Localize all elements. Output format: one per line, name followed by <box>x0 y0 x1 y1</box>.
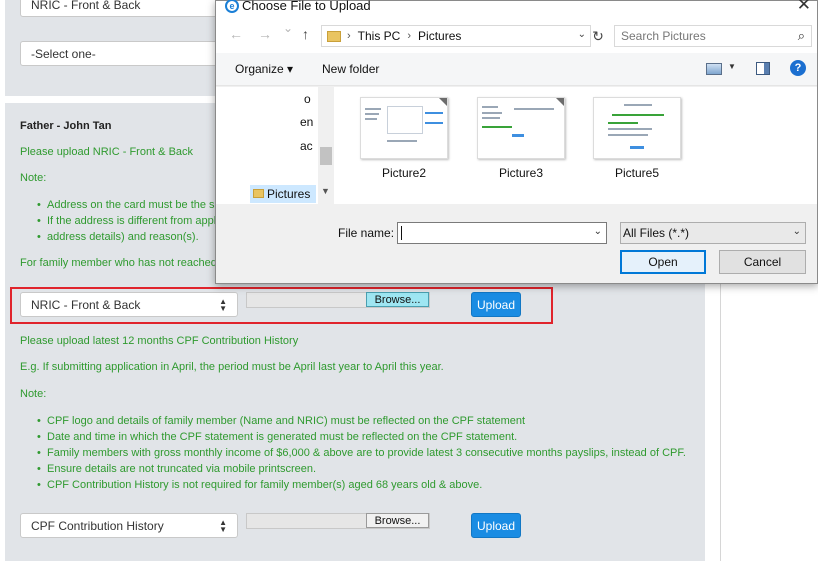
file-name: Picture3 <box>498 166 544 180</box>
list-item: Address on the card must be the sa <box>35 197 224 213</box>
navigation-scrollbar[interactable]: ▼ <box>318 87 334 204</box>
forward-arrow-icon[interactable]: → <box>258 26 272 42</box>
refresh-icon[interactable]: ↻ <box>589 25 607 47</box>
divider <box>720 282 721 561</box>
file-name-input[interactable]: ⌄ <box>397 222 607 244</box>
nav-item-label: Pictures <box>267 187 311 201</box>
cpf-notes-list: CPF logo and details of family member (N… <box>35 413 686 493</box>
file-name-label: File name: <box>338 226 395 240</box>
cpf-document-select[interactable]: CPF Contribution History ▲ ▼ <box>20 513 238 538</box>
chevron-down-icon[interactable]: ⌄ <box>594 226 602 237</box>
chevron-right-icon: › <box>407 30 412 42</box>
cpf-note-label: Note: <box>20 388 47 400</box>
file-thumbnail <box>360 97 448 159</box>
file-type-select[interactable]: All Files (*.*) ⌄ <box>620 222 806 244</box>
dialog-titlebar[interactable]: e Choose File to Upload ✕ <box>216 0 817 17</box>
text-caret <box>401 226 402 240</box>
cpf-instruction: Please upload latest 12 months CPF Contr… <box>20 335 299 347</box>
document-type-select-top[interactable]: NRIC - Front & Back <box>20 0 238 17</box>
chevron-down-icon[interactable]: ⌄ <box>578 29 586 40</box>
cancel-button[interactable]: Cancel <box>719 250 806 274</box>
nric-instruction: Please upload NRIC - Front & Back <box>20 146 194 158</box>
file-thumbnail <box>593 97 681 159</box>
list-item: CPF logo and details of family member (N… <box>35 413 686 429</box>
change-view-icon[interactable] <box>706 63 722 75</box>
cpf-browse-button[interactable]: Browse... <box>366 513 429 528</box>
nav-item-pictures[interactable]: Pictures <box>250 185 316 203</box>
dialog-toolbar: Organize ▾ New folder ▼ ? <box>216 53 817 86</box>
chevron-down-icon: ⌄ <box>792 226 801 237</box>
choose-file-dialog: e Choose File to Upload ✕ ← → ⌄ ↑ › This… <box>215 0 818 284</box>
help-icon[interactable]: ? <box>790 60 806 76</box>
recent-locations-icon[interactable]: ⌄ <box>283 21 293 35</box>
list-item: Family members with gross monthly income… <box>35 445 686 461</box>
file-name: Picture5 <box>614 166 660 180</box>
dialog-navbar: ← → ⌄ ↑ › This PC › Pictures ⌄ ↻ Search … <box>216 17 817 53</box>
preview-pane-icon[interactable] <box>756 62 770 75</box>
address-bar[interactable]: › This PC › Pictures ⌄ <box>321 25 591 47</box>
navigation-pane: o en ac Pictures <box>216 87 334 204</box>
chevron-down-icon[interactable]: ▼ <box>321 186 330 196</box>
file-name: Picture2 <box>381 166 427 180</box>
nav-item[interactable]: o <box>304 92 311 106</box>
family-member-text: For family member who has not reached a <box>20 257 227 269</box>
chevron-down-icon[interactable]: ▼ <box>728 62 736 71</box>
section-title: Father - John Tan <box>20 120 112 132</box>
list-item: If the address is different from applic <box>35 213 224 229</box>
up-arrow-icon[interactable]: ↑ <box>302 26 309 42</box>
back-arrow-icon[interactable]: ← <box>229 26 243 42</box>
document-type-select-2[interactable]: -Select one- <box>20 41 238 66</box>
note-label: Note: <box>20 172 47 184</box>
select-value: All Files (*.*) <box>623 226 690 240</box>
file-list: Picture2 Picture3 Picture5 <box>334 87 817 204</box>
organize-button[interactable]: Organize ▾ <box>235 62 293 76</box>
folder-icon <box>327 30 341 42</box>
select-arrows-icon: ▲ ▼ <box>219 517 227 534</box>
cpf-upload-button[interactable]: Upload <box>471 513 521 538</box>
cpf-example: E.g. If submitting application in April,… <box>20 361 444 373</box>
list-item: address details) and reason(s). <box>35 229 224 245</box>
dialog-footer: File name: ⌄ All Files (*.*) ⌄ Open Canc… <box>216 204 817 283</box>
folder-icon <box>253 189 264 198</box>
file-thumbnail <box>477 97 565 159</box>
select-value: CPF Contribution History <box>31 518 164 533</box>
search-input[interactable]: Search Pictures ⌕ <box>614 25 812 47</box>
select-value: NRIC - Front & Back <box>31 0 141 12</box>
open-button[interactable]: Open <box>620 250 706 274</box>
close-icon[interactable]: ✕ <box>797 0 811 15</box>
nric-notes-list: Address on the card must be the sa If th… <box>35 197 224 245</box>
nav-item[interactable]: en <box>300 115 313 129</box>
search-placeholder: Search Pictures <box>621 29 706 43</box>
nav-item[interactable]: ac <box>300 139 313 153</box>
select-value: -Select one- <box>31 46 96 61</box>
list-item: Date and time in which the CPF statement… <box>35 429 686 445</box>
new-folder-button[interactable]: New folder <box>322 62 379 76</box>
breadcrumb-this-pc[interactable]: This PC <box>358 29 401 43</box>
breadcrumb-pictures[interactable]: Pictures <box>418 29 461 43</box>
chevron-right-icon: › <box>347 30 351 42</box>
list-item: Ensure details are not truncated via mob… <box>35 461 686 477</box>
highlight-annotation-box <box>10 287 553 324</box>
internet-explorer-icon: e <box>225 0 239 13</box>
search-icon: ⌕ <box>797 28 805 43</box>
list-item: CPF Contribution History is not required… <box>35 477 686 493</box>
dialog-title: Choose File to Upload <box>242 0 371 13</box>
scrollbar-thumb[interactable] <box>320 147 332 165</box>
